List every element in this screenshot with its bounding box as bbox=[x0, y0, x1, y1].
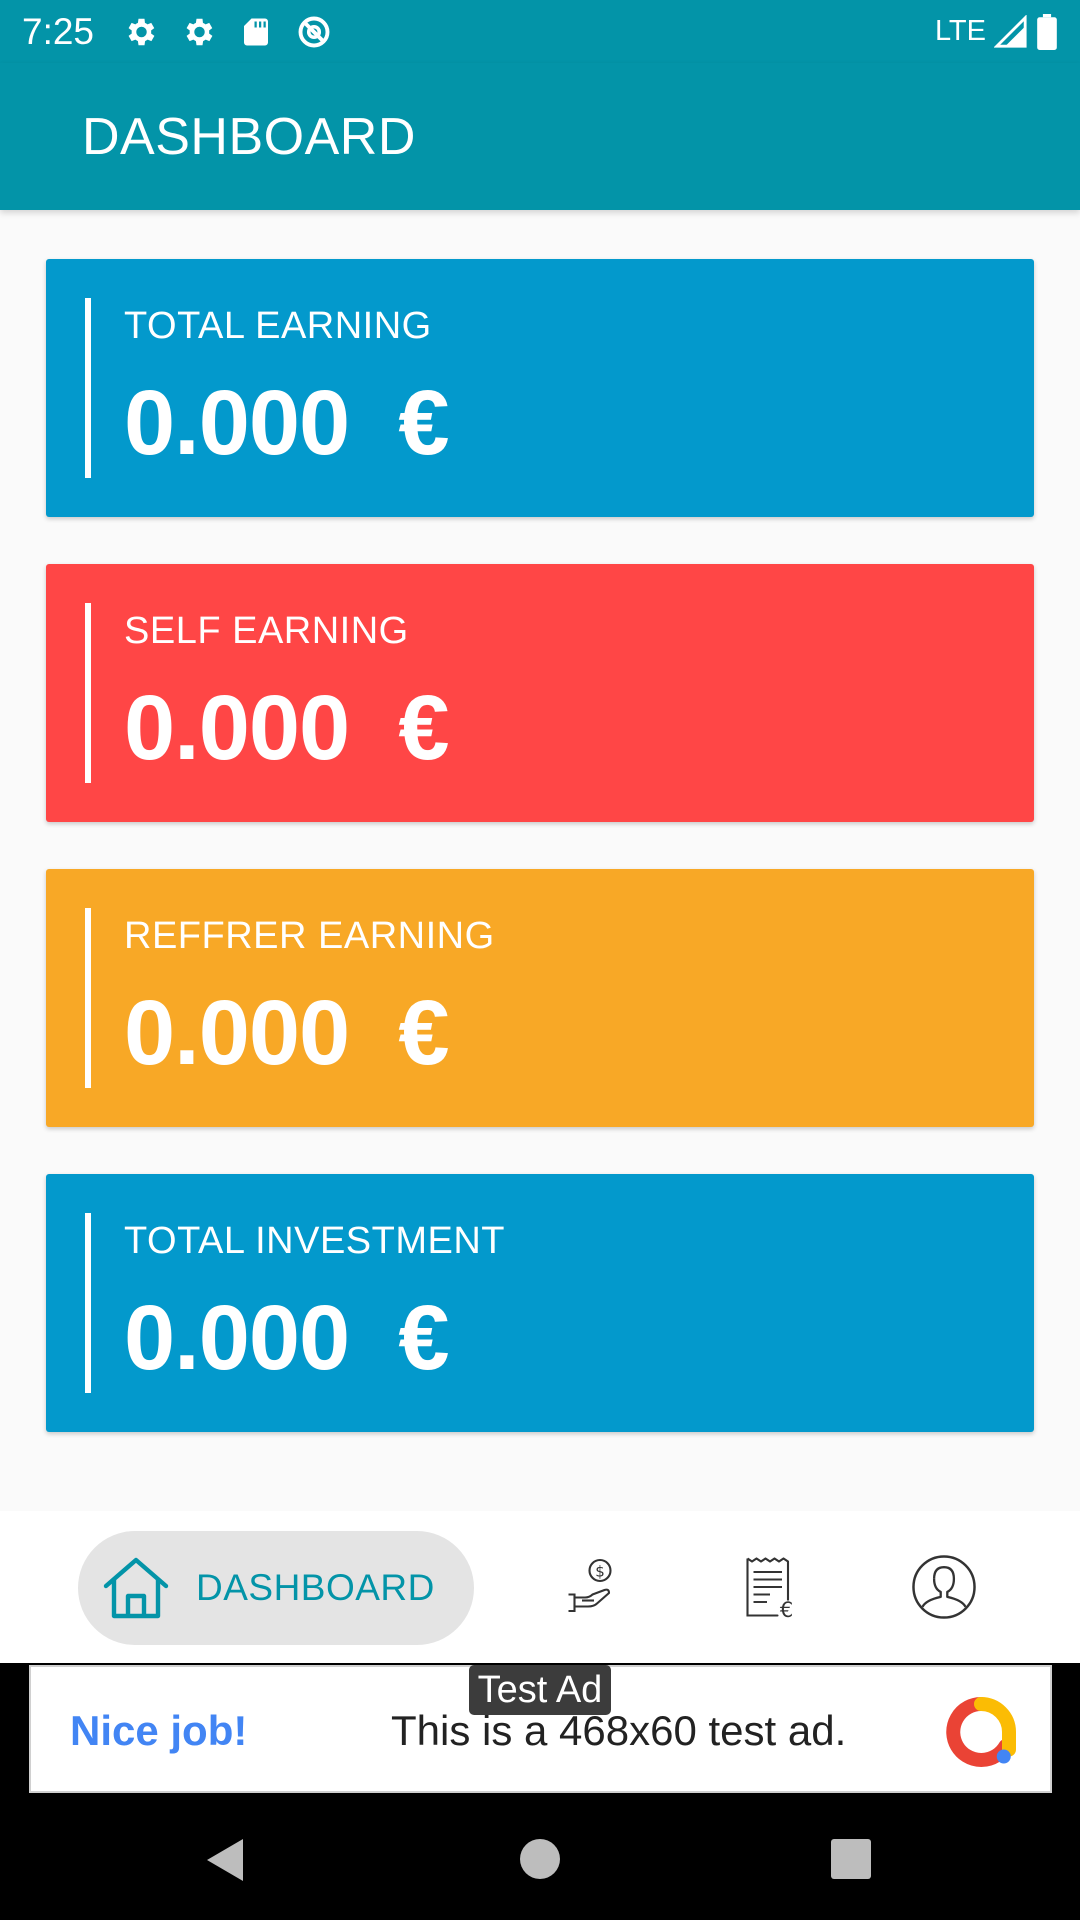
nav-item-dashboard-label: DASHBOARD bbox=[196, 1567, 435, 1608]
page-title: DASHBOARD bbox=[82, 107, 416, 166]
back-icon[interactable] bbox=[205, 1837, 245, 1883]
screen: 7:25 LTE DASHBOARD TOTAL EARNING 0.000 €… bbox=[0, 0, 1080, 1920]
status-bar: 7:25 LTE bbox=[0, 0, 1080, 63]
battery-icon bbox=[1037, 13, 1057, 50]
card-label: SELF EARNING bbox=[124, 610, 409, 652]
card-referrer-earning[interactable]: REFFRER EARNING 0.000 € bbox=[46, 869, 1034, 1127]
card-total-investment[interactable]: TOTAL INVESTMENT 0.000 € bbox=[46, 1174, 1034, 1432]
gear-icon bbox=[186, 18, 213, 45]
home-button[interactable] bbox=[520, 1839, 560, 1879]
nav-item-dashboard[interactable]: DASHBOARD bbox=[78, 1531, 474, 1645]
test-ad-tag: Test Ad bbox=[469, 1665, 611, 1715]
nav-item-invest[interactable]: $ bbox=[558, 1551, 630, 1623]
card-label: TOTAL EARNING bbox=[124, 305, 432, 347]
do-not-disturb-icon bbox=[298, 16, 330, 47]
status-system-icons: LTE bbox=[934, 13, 1058, 50]
nav-item-profile[interactable] bbox=[908, 1551, 980, 1623]
recents-button[interactable] bbox=[831, 1839, 871, 1879]
bottom-nav: DASHBOARD $ € bbox=[0, 1511, 1080, 1663]
ad-headline: Nice job! bbox=[70, 1707, 248, 1754]
card-value: 0.000 € bbox=[124, 372, 450, 474]
profile-icon bbox=[912, 1555, 976, 1619]
nav-item-invoices[interactable]: € bbox=[734, 1551, 806, 1623]
card-accent-bar bbox=[85, 1213, 91, 1393]
card-label: REFFRER EARNING bbox=[124, 915, 495, 957]
card-value: 0.000 € bbox=[124, 1287, 450, 1389]
card-total-earning[interactable]: TOTAL EARNING 0.000 € bbox=[46, 259, 1034, 517]
card-accent-bar bbox=[85, 298, 91, 478]
card-accent-bar bbox=[85, 908, 91, 1088]
status-notification-icons bbox=[122, 14, 332, 50]
svg-text:€: € bbox=[780, 1598, 793, 1619]
home-icon bbox=[103, 1557, 169, 1619]
sd-card-icon bbox=[244, 18, 269, 45]
invest-hand-dollar-icon: $ bbox=[568, 1558, 612, 1613]
google-ads-logo-icon bbox=[946, 1697, 1016, 1767]
system-nav-bar bbox=[0, 1803, 1080, 1920]
card-self-earning[interactable]: SELF EARNING 0.000 € bbox=[46, 564, 1034, 822]
status-time: 7:25 bbox=[22, 10, 95, 52]
card-accent-bar bbox=[85, 603, 91, 783]
invoice-euro-icon: € bbox=[746, 1557, 793, 1619]
network-type: LTE bbox=[934, 15, 986, 47]
app-bar: DASHBOARD bbox=[0, 63, 1080, 210]
signal-icon bbox=[994, 14, 1027, 48]
card-label: TOTAL INVESTMENT bbox=[124, 1220, 506, 1262]
card-value: 0.000 € bbox=[124, 677, 450, 779]
ad-text: This is a 468x60 test ad. bbox=[391, 1707, 847, 1754]
svg-text:$: $ bbox=[595, 1563, 605, 1581]
card-value: 0.000 € bbox=[124, 982, 450, 1084]
gear-icon bbox=[128, 18, 155, 45]
